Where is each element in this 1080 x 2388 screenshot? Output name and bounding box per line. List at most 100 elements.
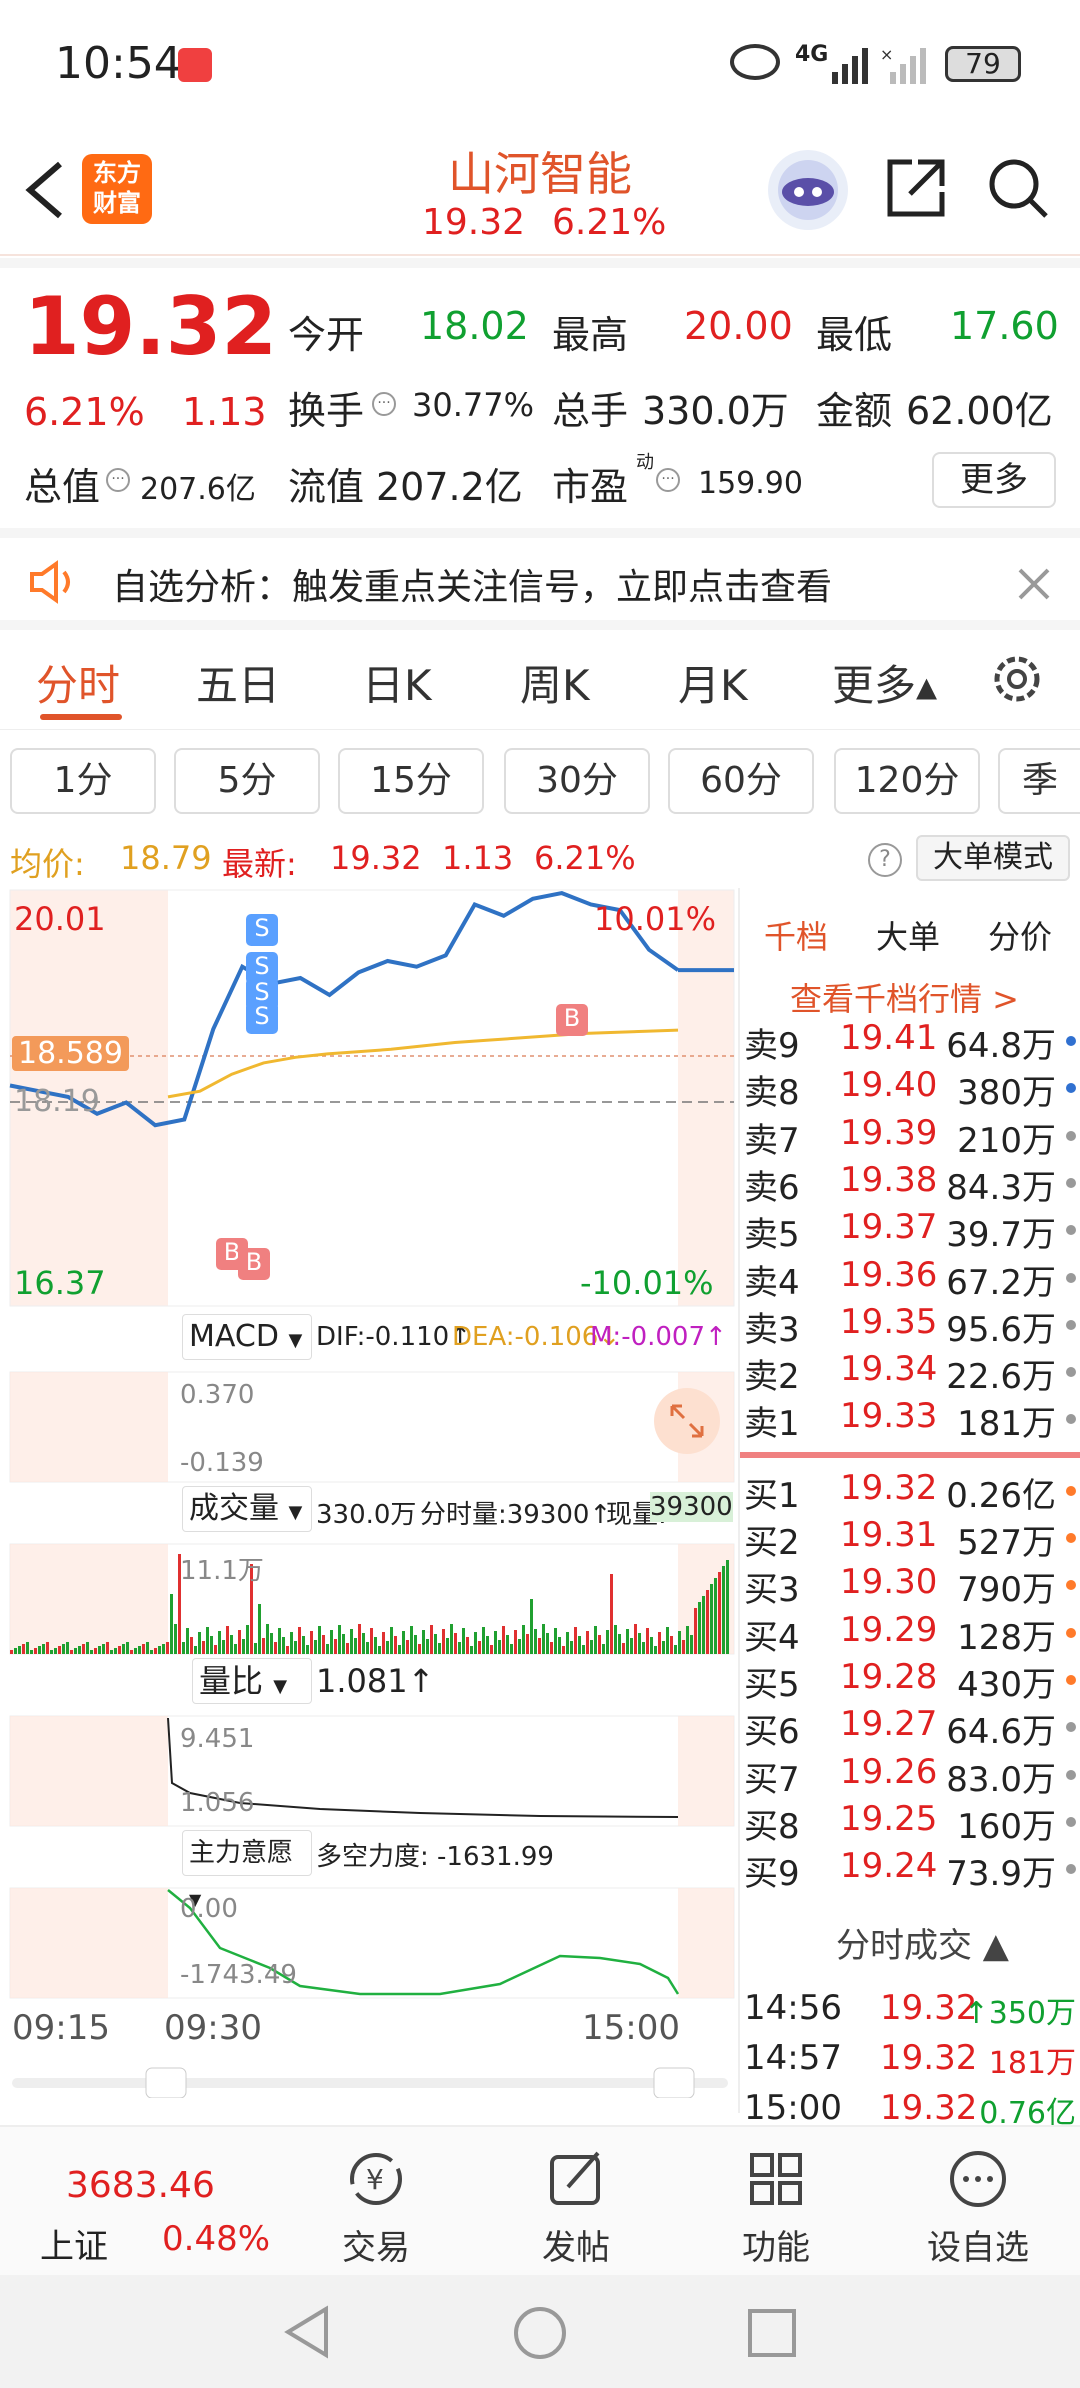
nav-functions-label: 功能 (742, 2228, 810, 2268)
help-icon[interactable]: ? (868, 843, 902, 877)
close-icon[interactable] (1016, 566, 1052, 602)
system-home-icon[interactable] (512, 2305, 568, 2365)
settings-gear-icon[interactable] (990, 652, 1044, 706)
macd-selector[interactable]: MACD ▼ (182, 1314, 312, 1360)
system-recents-icon[interactable] (746, 2307, 798, 2363)
force-selector[interactable]: 主力意愿 ▼ (182, 1830, 312, 1909)
dot-icon (1066, 1319, 1076, 1330)
sell-level-row[interactable]: 卖4 19.36 67.2万 (740, 1255, 1080, 1303)
macd-bottom: -0.139 (180, 1448, 264, 1478)
period-120min[interactable]: 120分 (834, 748, 980, 814)
sell-level-row[interactable]: 卖9 19.41 64.8万 (740, 1018, 1080, 1066)
volume-bar (130, 1650, 133, 1654)
volume-bar (598, 1635, 601, 1654)
search-icon[interactable] (986, 156, 1050, 220)
price-axis-low: 16.37 (14, 1264, 106, 1302)
buy-level-row[interactable]: 买6 19.27 64.6万 (740, 1704, 1080, 1752)
period-quarter[interactable]: 季 (998, 748, 1080, 814)
book-depth-link[interactable]: 查看千档行情 > (790, 974, 1019, 1020)
level-volume: 64.6万 (946, 1712, 1056, 1753)
pe-info-icon[interactable]: ··· (656, 468, 680, 492)
nav-trade[interactable]: ¥ 交易 (306, 2147, 446, 2269)
sell-level-row[interactable]: 卖7 19.39 210万 (740, 1113, 1080, 1161)
sell-level-row[interactable]: 卖3 19.35 95.6万 (740, 1302, 1080, 1350)
volume-bar (642, 1642, 645, 1654)
macd-label: MACD (189, 1319, 279, 1354)
sell-level-row[interactable]: 卖1 19.33 181万 (740, 1396, 1080, 1444)
buy-level-row[interactable]: 买3 19.30 790万 (740, 1562, 1080, 1610)
robot-avatar-icon[interactable] (768, 150, 848, 230)
sell-level-row[interactable]: 卖2 19.34 22.6万 (740, 1349, 1080, 1397)
book-tab-price[interactable]: 分价 (988, 912, 1052, 958)
more-button[interactable]: 更多 (932, 452, 1056, 508)
buy-level-row[interactable]: 买4 19.29 128万 (740, 1610, 1080, 1658)
volume-bar (446, 1638, 449, 1654)
period-5min[interactable]: 5分 (174, 748, 320, 814)
volume-selector[interactable]: 成交量 ▼ (182, 1486, 312, 1532)
tab-week-k[interactable]: 周K (520, 652, 590, 713)
volume-bar (474, 1632, 477, 1654)
level-price: 19.40 (840, 1065, 938, 1106)
book-tab-thousand[interactable]: 千档 (764, 912, 828, 958)
turnover-label: 换手 (288, 389, 365, 433)
level-volume: 790万 (957, 1570, 1056, 1611)
turnover-info-icon[interactable]: ··· (372, 392, 396, 416)
level-label: 卖4 (744, 1262, 800, 1303)
system-back-icon[interactable] (282, 2305, 332, 2363)
info-icon[interactable]: ··· (106, 468, 130, 492)
volume-bar (278, 1628, 281, 1654)
index-value[interactable]: 3683.46 (66, 2165, 215, 2206)
share-icon[interactable] (884, 156, 948, 220)
svg-text:×: × (880, 45, 893, 64)
volume-bar (38, 1646, 41, 1654)
volume-bar (710, 1584, 713, 1654)
volume-bar (550, 1642, 553, 1654)
buy-level-row[interactable]: 买1 19.32 0.26亿 (740, 1468, 1080, 1516)
period-15min[interactable]: 15分 (338, 748, 484, 814)
volume-bar (242, 1639, 245, 1654)
buy-level-row[interactable]: 买5 19.28 430万 (740, 1657, 1080, 1705)
level-label: 卖5 (744, 1215, 800, 1256)
buy-level-row[interactable]: 买2 19.31 527万 (740, 1515, 1080, 1563)
level-volume: 73.9万 (946, 1854, 1056, 1895)
buy-level-row[interactable]: 买7 19.26 83.0万 (740, 1752, 1080, 1800)
sell-level-row[interactable]: 卖6 19.38 84.3万 (740, 1160, 1080, 1208)
ratio-selector[interactable]: 量比 ▼ (192, 1658, 312, 1704)
big-order-mode-button[interactable]: 大单模式 (916, 835, 1070, 881)
back-icon[interactable] (20, 160, 70, 220)
volume-bar (58, 1646, 61, 1654)
nav-functions[interactable]: 功能 (706, 2147, 846, 2269)
tab-day-k[interactable]: 日K (362, 652, 432, 713)
tab-intraday[interactable]: 分时 (36, 652, 120, 713)
period-30min[interactable]: 30分 (504, 748, 650, 814)
volume-bar (674, 1645, 677, 1654)
analysis-banner[interactable]: 自选分析：触发重点关注信号，立即点击查看 (0, 528, 1080, 630)
ratio-top: 9.451 (180, 1724, 255, 1754)
tab-five-day[interactable]: 五日 (196, 652, 280, 713)
volume-bar (74, 1648, 77, 1654)
volume-label: 总手 (552, 389, 629, 433)
sell-level-row[interactable]: 卖8 19.40 380万 (740, 1065, 1080, 1113)
tab-more[interactable]: 更多▴ (832, 652, 937, 713)
volume-bar (258, 1604, 261, 1654)
sell-level-row[interactable]: 卖5 19.37 39.7万 (740, 1207, 1080, 1255)
volume-bar (542, 1624, 545, 1654)
period-60min[interactable]: 60分 (668, 748, 814, 814)
book-tab-big-order[interactable]: 大单 (876, 912, 940, 958)
nav-add-watch[interactable]: 设自选 (908, 2147, 1048, 2269)
expand-icon[interactable] (654, 1388, 720, 1454)
volume-bar (442, 1629, 445, 1654)
volume-bar (386, 1641, 389, 1654)
nav-post[interactable]: 发帖 (506, 2147, 646, 2269)
buy-level-row[interactable]: 买9 19.24 73.9万 (740, 1846, 1080, 1894)
quote-panel: 19.32 6.21% 1.13 总值 ··· 207.6亿 今开 18.02 … (0, 258, 1080, 524)
tab-month-k[interactable]: 月K (678, 652, 748, 713)
period-1min[interactable]: 1分 (10, 748, 156, 814)
volume-bar (126, 1642, 129, 1654)
trades-title[interactable]: 分时成交 ▲ (836, 1918, 1009, 1967)
buy-level-row[interactable]: 买8 19.25 160万 (740, 1799, 1080, 1847)
intraday-chart-area[interactable]: 20.01 16.37 10.01% -10.01% 18.589 18.19 … (0, 888, 740, 2098)
volume-bar (630, 1638, 633, 1654)
volume-bar (462, 1628, 465, 1654)
volume-bar (146, 1642, 149, 1654)
